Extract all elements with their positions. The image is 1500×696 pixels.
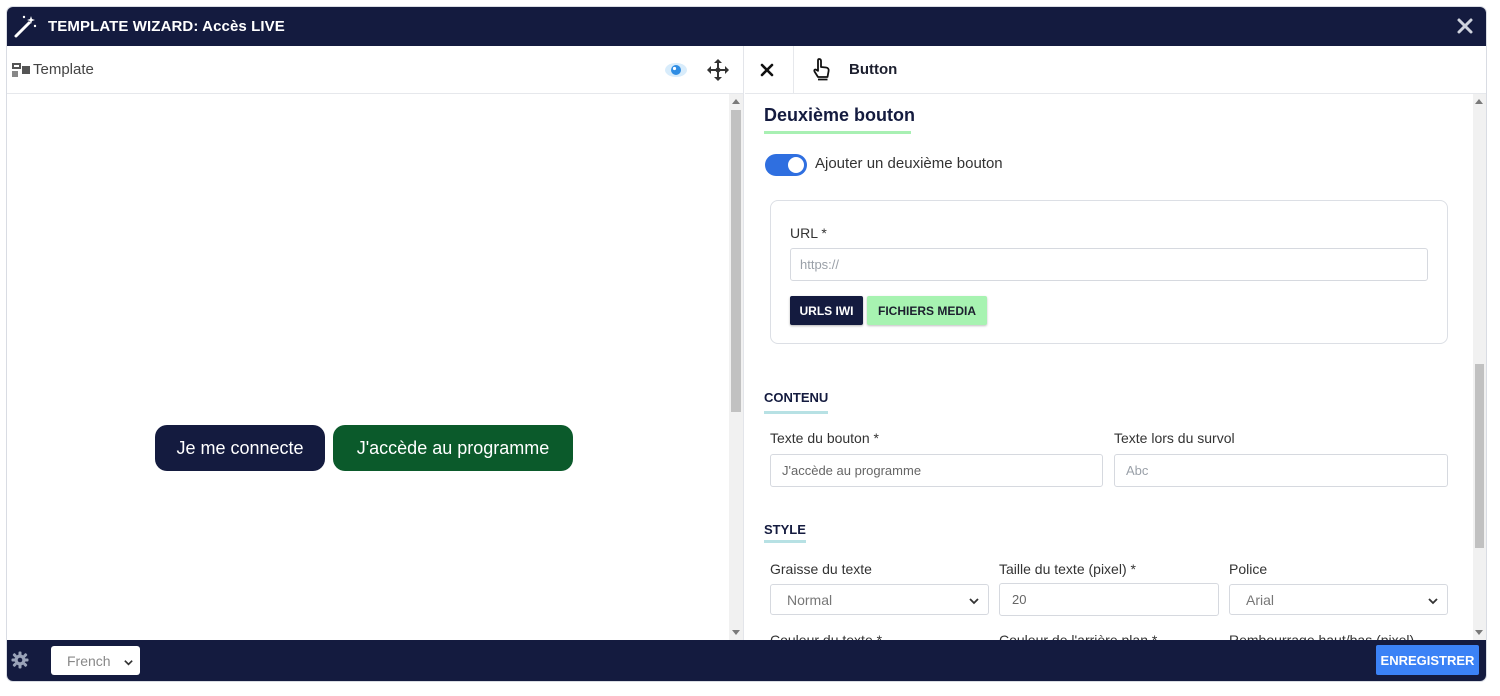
section-title: Deuxième bouton: [764, 105, 916, 125]
size-input[interactable]: [999, 583, 1219, 616]
hover-text-input[interactable]: [1114, 454, 1448, 487]
template-icon: [11, 61, 31, 79]
close-icon[interactable]: [1454, 15, 1476, 37]
wizard-window: TEMPLATE WIZARD: Accès LIVE Template Je …: [7, 7, 1486, 681]
hover-text-label: Texte lors du survol: [1114, 430, 1235, 446]
weight-label: Graisse du texte: [770, 561, 872, 577]
window-title: TEMPLATE WIZARD: Accès LIVE: [48, 18, 285, 35]
scroll-up-arrow[interactable]: [732, 99, 740, 104]
toggle-label: Ajouter un deuxième bouton: [815, 155, 1003, 172]
background-color-label: Couleur de l'arrière plan *: [999, 632, 1158, 640]
right-scrollbar[interactable]: [1473, 94, 1486, 640]
preview-button-program[interactable]: J'accède au programme: [333, 425, 573, 471]
header-divider: [793, 46, 794, 94]
url-label: URL *: [790, 225, 827, 241]
left-scrollbar[interactable]: [729, 94, 743, 640]
save-button[interactable]: ENREGISTRER: [1376, 645, 1479, 675]
second-button-toggle[interactable]: [765, 154, 807, 176]
chevron-down-icon: [1427, 594, 1439, 606]
contenu-underline: [764, 411, 828, 414]
contenu-title: CONTENU: [764, 390, 829, 405]
urls-iwi-button[interactable]: URLS IWI: [790, 296, 863, 325]
font-label: Police: [1229, 561, 1268, 577]
url-input[interactable]: [790, 248, 1428, 281]
scroll-up-arrow[interactable]: [1475, 99, 1483, 104]
preview-button-connect[interactable]: Je me connecte: [155, 425, 325, 471]
language-select[interactable]: French: [51, 646, 140, 675]
template-header: Template: [7, 46, 743, 94]
close-panel-icon[interactable]: [757, 60, 777, 80]
hand-pointer-icon: [811, 57, 833, 81]
font-select[interactable]: Arial: [1229, 584, 1448, 615]
move-icon[interactable]: [706, 58, 730, 82]
right-scrollbar-thumb[interactable]: [1475, 364, 1484, 548]
title-bar: TEMPLATE WIZARD: Accès LIVE: [7, 7, 1486, 46]
scroll-down-arrow[interactable]: [732, 630, 740, 635]
url-card: URL * URLS IWI FICHIERS MEDIA: [770, 200, 1448, 344]
properties-header: Button: [745, 46, 1486, 94]
template-label: Template: [33, 61, 94, 78]
component-label: Button: [849, 61, 898, 78]
properties-pane: Button Deuxième bouton Ajouter un deuxiè…: [745, 46, 1486, 640]
style-underline: [764, 540, 806, 543]
chevron-down-icon: [968, 594, 980, 606]
size-label: Taille du texte (pixel) *: [999, 561, 1136, 577]
padding-label: Rembourrage haut/bas (pixel): [1229, 632, 1415, 640]
footer-bar: French ENREGISTRER: [7, 640, 1486, 681]
text-color-label: Couleur du texte *: [770, 632, 883, 640]
weight-value: Normal: [787, 591, 833, 608]
scroll-down-arrow[interactable]: [1475, 630, 1483, 635]
magic-wand-icon: [10, 12, 40, 42]
properties-form: Deuxième bouton Ajouter un deuxième bout…: [745, 94, 1473, 640]
media-files-button[interactable]: FICHIERS MEDIA: [867, 296, 987, 325]
toggle-knob: [788, 157, 804, 173]
template-preview-pane: Template Je me connecte J'accède au prog…: [7, 46, 744, 640]
language-value: French: [67, 652, 111, 669]
font-value: Arial: [1246, 591, 1275, 608]
left-scrollbar-thumb[interactable]: [731, 110, 741, 412]
preview-canvas: Je me connecte J'accède au programme: [7, 94, 729, 640]
style-title: STYLE: [764, 522, 806, 537]
button-text-input[interactable]: [770, 454, 1103, 487]
eye-icon[interactable]: [664, 60, 688, 80]
weight-select[interactable]: Normal: [770, 584, 989, 615]
section-title-underline: [764, 131, 911, 134]
gear-icon[interactable]: [11, 651, 29, 669]
chevron-down-icon: [123, 655, 134, 666]
button-text-label: Texte du bouton *: [770, 430, 879, 446]
